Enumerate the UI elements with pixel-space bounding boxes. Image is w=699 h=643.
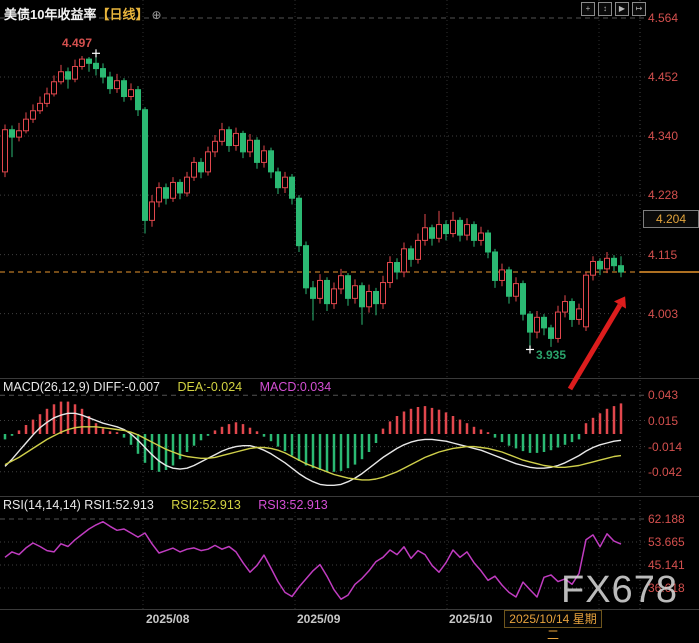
rsi-tick-label: 62.188 — [648, 512, 685, 526]
price-tick-label: 4.564 — [648, 11, 678, 25]
macd-tick-label: -0.042 — [648, 465, 682, 479]
price-tick-label: 4.340 — [648, 129, 678, 143]
price-tick-label: 4.452 — [648, 70, 678, 84]
macd-tick-label: 0.043 — [648, 388, 678, 402]
chart-toolbar: + ↕ ▶ ↦ — [581, 2, 646, 16]
rsi3-value: RSI3:52.913 — [258, 498, 328, 512]
pan-right-icon[interactable]: ↦ — [632, 2, 646, 16]
macd-legend: MACD(26,12,9) DIFF:-0.007 DEA:-0.024 MAC… — [3, 380, 331, 394]
macd-diff-value: MACD(26,12,9) DIFF:-0.007 — [3, 380, 160, 394]
rsi2-value: RSI2:52.913 — [171, 498, 241, 512]
rsi-tick-label: 53.665 — [648, 535, 685, 549]
instrument-name: 美债10年收益率 — [4, 7, 96, 22]
macd-tick-label: -0.014 — [648, 440, 682, 454]
low-price-annotation: 3.935 — [536, 348, 566, 362]
macd-tick-label: 0.015 — [648, 414, 678, 428]
rsi1-value: RSI(14,14,14) RSI1:52.913 — [3, 498, 154, 512]
chart-canvas[interactable] — [0, 0, 699, 631]
month-tick-label: 2025/10 — [449, 612, 492, 626]
price-tick-label: 4.228 — [648, 188, 678, 202]
month-tick-label: 2025/09 — [297, 612, 340, 626]
add-indicator-icon[interactable]: ⊕ — [151, 8, 161, 22]
macd-dea-value: DEA:-0.024 — [177, 380, 242, 394]
chart-window: 美债10年收益率【日线】⊕ + ↕ ▶ ↦ 4.204 MACD(26,12,9… — [0, 0, 699, 631]
latest-date-badge: 2025/10/14 星期二 — [504, 610, 602, 628]
axis-scale-icon[interactable]: ↕ — [598, 2, 612, 16]
high-price-annotation: 4.497 — [62, 36, 92, 50]
axis-play-icon[interactable]: ▶ — [615, 2, 629, 16]
crosshair-icon[interactable]: + — [581, 2, 595, 16]
candles — [3, 53, 624, 349]
price-tick-label: 4.003 — [648, 307, 678, 321]
month-tick-label: 2025/08 — [146, 612, 189, 626]
macd-macd-value: MACD:0.034 — [260, 380, 332, 394]
chart-title: 美债10年收益率【日线】⊕ — [4, 4, 162, 23]
price-tick-label: 4.115 — [648, 248, 677, 262]
timeframe-label: 【日线】 — [96, 7, 148, 22]
price-highlight-badge: 4.204 — [643, 210, 699, 228]
rsi-legend: RSI(14,14,14) RSI1:52.913 RSI2:52.913 RS… — [3, 498, 328, 512]
fx678-watermark: FX678 — [561, 569, 678, 612]
